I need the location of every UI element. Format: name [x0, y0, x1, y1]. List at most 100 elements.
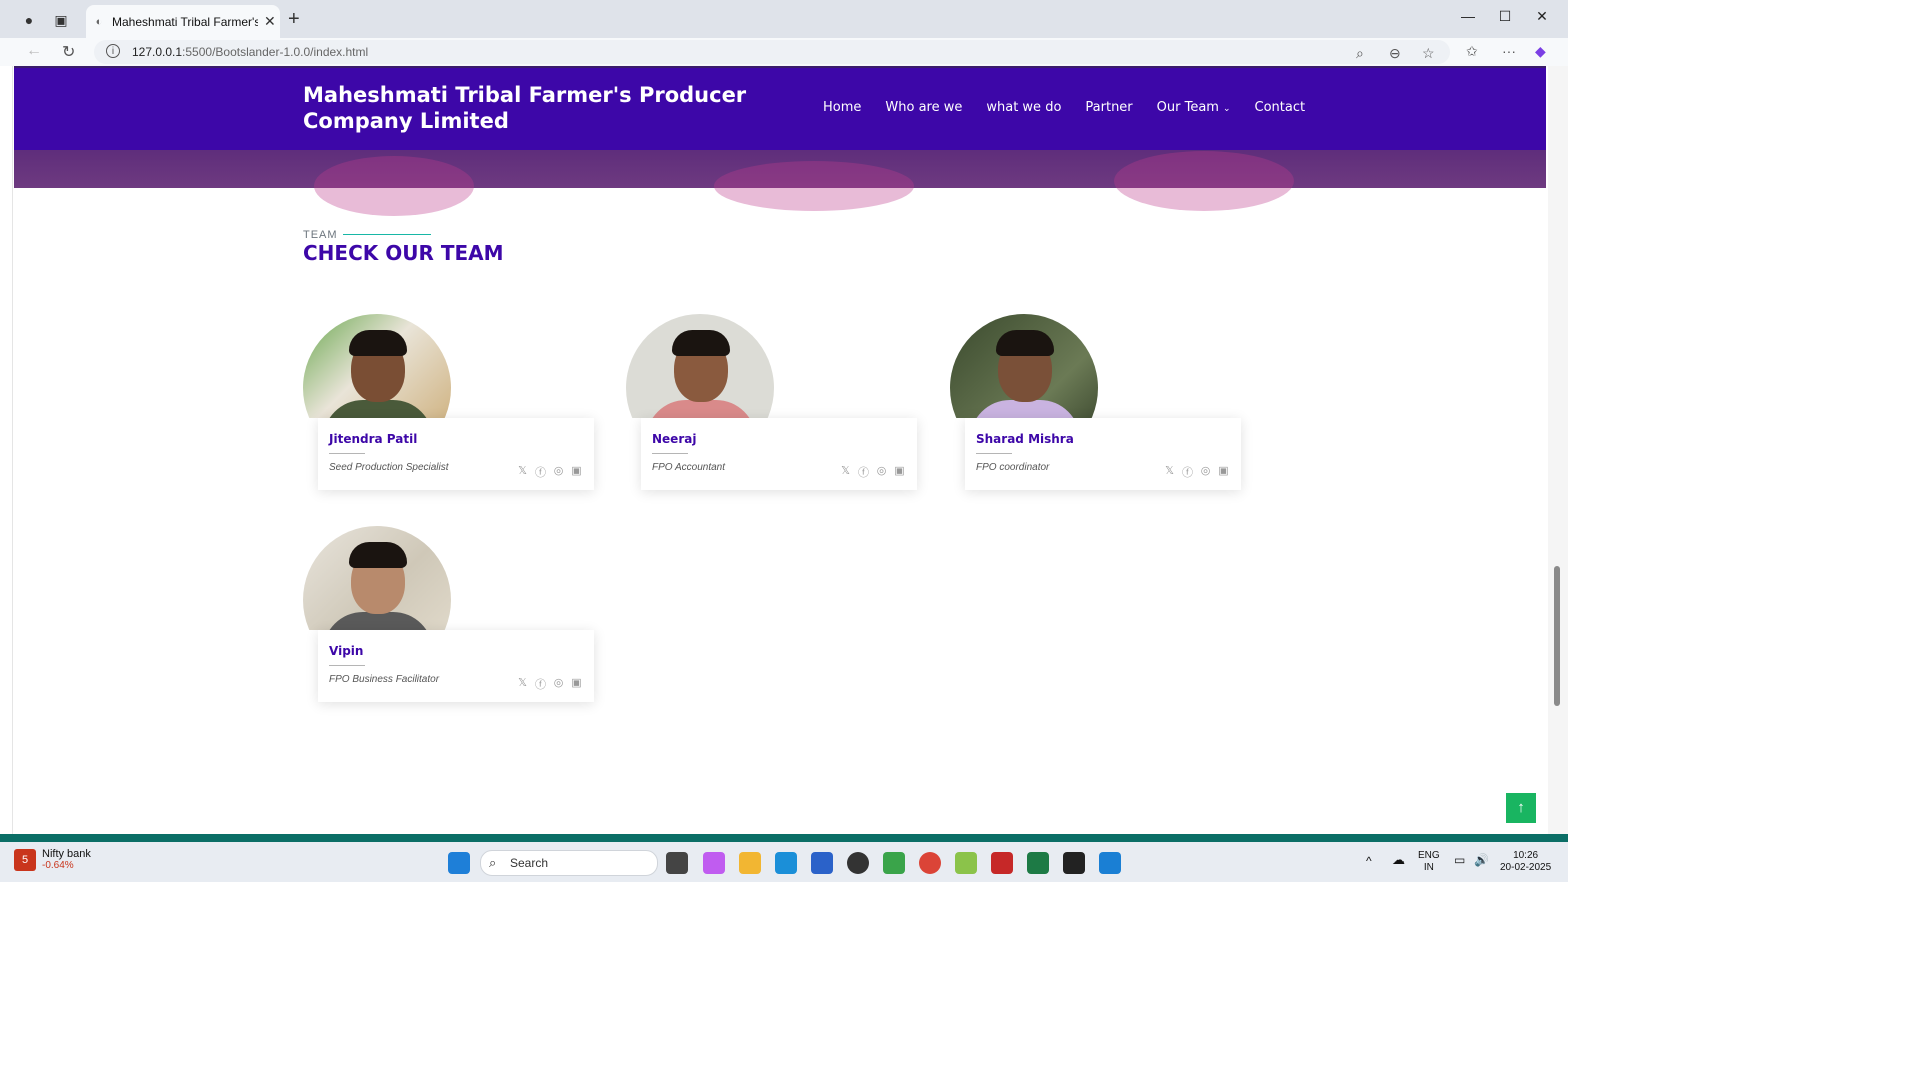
app-icon[interactable]: [955, 852, 977, 874]
ticker-change: -0.64%: [42, 860, 74, 871]
terminal-icon[interactable]: [1063, 852, 1085, 874]
social-links: 𝕏 ⓕ ◎ ▣: [510, 464, 582, 480]
page-scrollbar[interactable]: [1548, 66, 1568, 834]
x-icon[interactable]: 𝕏: [517, 464, 528, 480]
copilot-icon[interactable]: ◆: [1535, 43, 1546, 60]
zoom-icon[interactable]: ⌕: [1356, 45, 1364, 62]
ticker-widget[interactable]: 5 Nifty bank -0.64%: [14, 848, 91, 871]
close-window-icon[interactable]: ✕: [1522, 8, 1562, 25]
volume-icon[interactable]: 🔊: [1474, 854, 1489, 866]
linkedin-icon[interactable]: ▣: [1218, 464, 1229, 480]
site-brand[interactable]: Maheshmati Tribal Farmer's Producer Comp…: [303, 82, 823, 134]
left-edge: [0, 66, 13, 834]
facebook-icon[interactable]: ⓕ: [1182, 464, 1193, 480]
linkedin-icon[interactable]: ▣: [571, 676, 582, 692]
minimize-icon[interactable]: —: [1448, 8, 1488, 24]
arrow-up-icon: ↑: [1517, 799, 1525, 816]
workspaces-icon[interactable]: ▣: [48, 7, 74, 33]
vscode-icon[interactable]: [1099, 852, 1121, 874]
filezilla-icon[interactable]: [991, 852, 1013, 874]
linkedin-icon[interactable]: ▣: [894, 464, 905, 480]
url-field[interactable]: i 127.0.0.1:5500/Bootslander-1.0.0/index…: [94, 40, 1450, 64]
instagram-icon[interactable]: ◎: [553, 676, 564, 692]
facebook-icon[interactable]: ⓕ: [858, 464, 869, 480]
member-card: Jitendra Patil Seed Production Specialis…: [318, 418, 594, 490]
clock[interactable]: 10:26 20-02-2025: [1500, 850, 1551, 874]
page-viewport: Maheshmati Tribal Farmer's Producer Comp…: [0, 66, 1568, 834]
new-tab-icon[interactable]: +: [288, 9, 300, 29]
network-icon[interactable]: ▭: [1454, 854, 1465, 866]
dell-icon[interactable]: [847, 852, 869, 874]
tray-chevron-up-icon[interactable]: ^: [1366, 855, 1372, 867]
browser-tab-bar: ● ▣ ◐ Maheshmati Tribal Farmer's prod ✕ …: [0, 0, 1568, 38]
cloud-icon[interactable]: ☁: [1392, 853, 1405, 866]
member-name: Vipin: [329, 644, 364, 658]
name-underline: [976, 453, 1012, 454]
member-card: Neeraj FPO Accountant 𝕏 ⓕ ◎ ▣: [641, 418, 917, 490]
excel-icon[interactable]: [1027, 852, 1049, 874]
file-explorer-icon[interactable]: [739, 852, 761, 874]
section-label: TEAM: [303, 229, 338, 241]
windows-start-icon[interactable]: [448, 852, 470, 874]
member-name: Sharad Mishra: [976, 432, 1074, 446]
team-member: Jitendra Patil Seed Production Specialis…: [303, 314, 603, 504]
maximize-icon[interactable]: ☐: [1485, 8, 1525, 25]
more-options-icon[interactable]: ···: [1502, 43, 1516, 59]
scrollbar-thumb[interactable]: [1554, 566, 1560, 706]
social-links: 𝕏 ⓕ ◎ ▣: [833, 464, 905, 480]
instagram-icon[interactable]: ◎: [553, 464, 564, 480]
name-underline: [329, 665, 365, 666]
favorites-icon[interactable]: ✩: [1466, 43, 1478, 60]
browser-tab[interactable]: ◐ Maheshmati Tribal Farmer's prod ✕: [86, 5, 280, 38]
app-icon[interactable]: [883, 852, 905, 874]
task-view-icon[interactable]: [666, 852, 688, 874]
name-underline: [329, 453, 365, 454]
chevron-down-icon: ⌄: [1222, 104, 1231, 114]
address-bar: ← ↻ i 127.0.0.1:5500/Bootslander-1.0.0/i…: [0, 38, 1568, 66]
section-title: CHECK OUR TEAM: [303, 241, 504, 265]
linkedin-icon[interactable]: ▣: [571, 464, 582, 480]
site-header: Maheshmati Tribal Farmer's Producer Comp…: [14, 68, 1546, 150]
nav-our-team[interactable]: Our Team ⌄: [1157, 100, 1231, 115]
member-name: Jitendra Patil: [329, 432, 418, 446]
member-role: FPO coordinator: [976, 462, 1050, 473]
member-role: FPO Business Facilitator: [329, 674, 440, 685]
nav-home[interactable]: Home: [823, 100, 861, 115]
member-role: FPO Accountant: [652, 462, 725, 473]
language-indicator[interactable]: ENG IN: [1418, 850, 1440, 874]
reload-icon[interactable]: ↻: [62, 42, 75, 62]
store-icon[interactable]: [811, 852, 833, 874]
facebook-icon[interactable]: ⓕ: [535, 676, 546, 692]
x-icon[interactable]: 𝕏: [1164, 464, 1175, 480]
search-label: Search: [510, 856, 549, 870]
search-icon: ⌕: [489, 855, 497, 870]
nav-who-are-we[interactable]: Who are we: [885, 100, 962, 115]
copilot-app-icon[interactable]: [703, 852, 725, 874]
profile-icon[interactable]: ●: [16, 7, 42, 33]
main-nav: Home Who are we what we do Partner Our T…: [823, 100, 1329, 115]
taskbar-search[interactable]: ⌕ Search: [480, 850, 658, 876]
member-name: Neeraj: [652, 432, 697, 446]
instagram-icon[interactable]: ◎: [1200, 464, 1211, 480]
site-info-icon[interactable]: i: [106, 44, 120, 58]
reader-icon[interactable]: ⊖: [1389, 45, 1401, 62]
tab-favicon-icon: ◐: [95, 15, 103, 28]
social-links: 𝕏 ⓕ ◎ ▣: [510, 676, 582, 692]
edge-icon[interactable]: [775, 852, 797, 874]
chart-icon: 5: [14, 848, 36, 871]
instagram-icon[interactable]: ◎: [876, 464, 887, 480]
back-icon[interactable]: ←: [26, 42, 42, 60]
chrome-icon[interactable]: [919, 852, 941, 874]
back-to-top-button[interactable]: ↑: [1506, 793, 1536, 823]
nav-contact[interactable]: Contact: [1255, 100, 1306, 115]
name-underline: [652, 453, 688, 454]
nav-what-we-do[interactable]: what we do: [986, 100, 1061, 115]
url-text: 127.0.0.1:5500/Bootslander-1.0.0/index.h…: [132, 45, 369, 59]
nav-partner[interactable]: Partner: [1085, 100, 1132, 115]
favorite-star-icon[interactable]: ☆: [1422, 45, 1435, 62]
member-card: Sharad Mishra FPO coordinator 𝕏 ⓕ ◎ ▣: [965, 418, 1241, 490]
x-icon[interactable]: 𝕏: [840, 464, 851, 480]
facebook-icon[interactable]: ⓕ: [535, 464, 546, 480]
close-tab-icon[interactable]: ✕: [264, 13, 276, 30]
x-icon[interactable]: 𝕏: [517, 676, 528, 692]
